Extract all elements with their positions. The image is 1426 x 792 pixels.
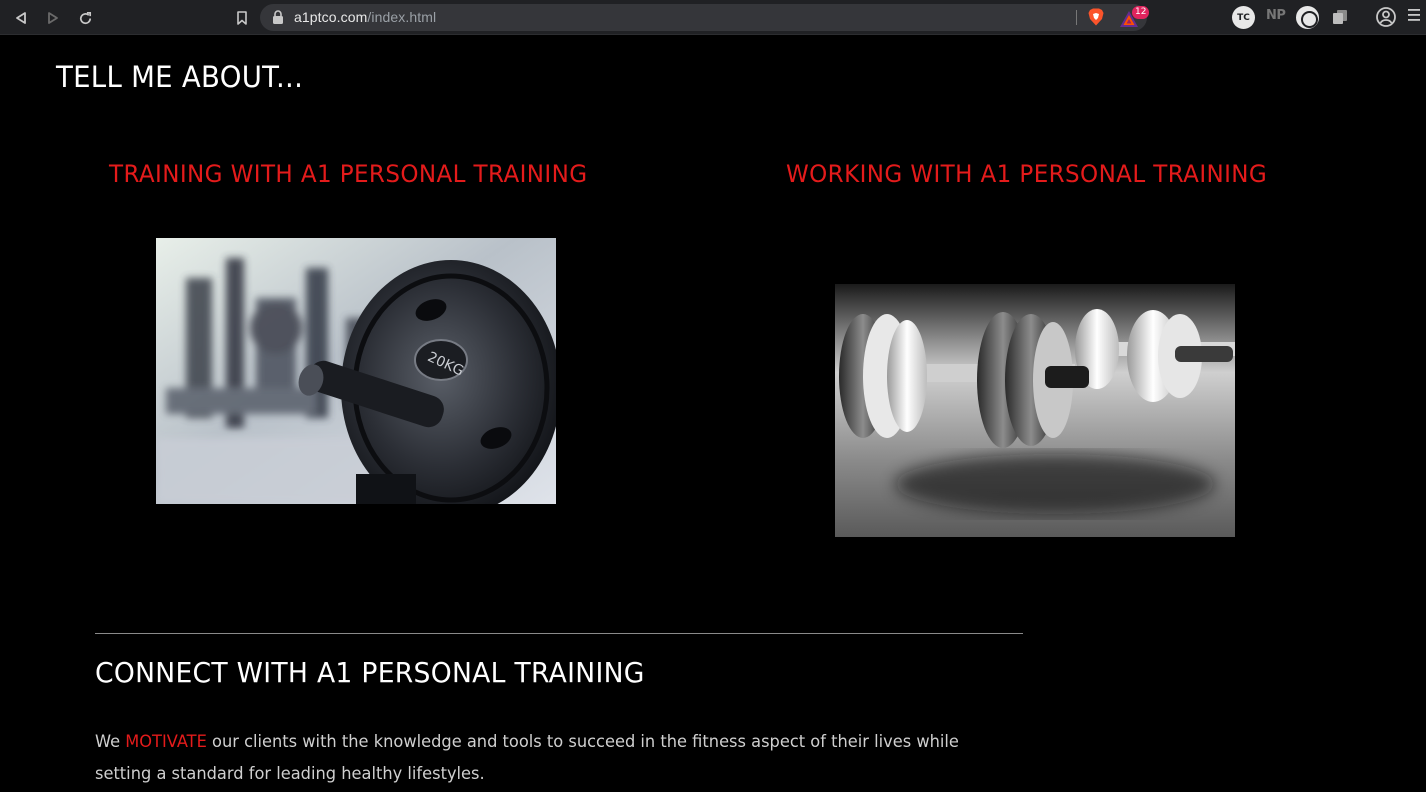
working-link[interactable]: WORKING WITH A1 PERSONAL TRAINING [786,160,1267,188]
forward-icon[interactable] [41,6,65,30]
bookmark-icon[interactable] [230,6,254,30]
url-text[interactable]: a1ptco.com/index.html [294,9,436,25]
connect-heading: CONNECT WITH A1 PERSONAL TRAINING [95,656,645,689]
menu-icon[interactable] [1408,7,1422,27]
back-icon[interactable] [9,6,33,30]
browser-toolbar: a1ptco.com/index.html 12 TC NP [0,0,1426,35]
training-link[interactable]: TRAINING WITH A1 PERSONAL TRAINING [109,160,587,188]
extension-copy-icon[interactable] [1331,8,1349,26]
brave-shield-icon[interactable] [1086,7,1106,27]
section-divider [95,633,1023,634]
page-heading: TELL ME ABOUT... [56,60,304,94]
extension-tc-icon[interactable]: TC [1232,6,1255,29]
mission-accent: MOTIVATE [125,732,207,752]
extension-tc-label: TC [1237,12,1250,23]
extension-np-icon[interactable]: NP [1266,8,1286,23]
rewards-badge: 12 [1132,6,1150,19]
extension-circle-icon[interactable] [1296,6,1319,29]
url-separator [1076,10,1077,25]
address-bar[interactable]: a1ptco.com/index.html [260,4,1147,31]
mission-text: We MOTIVATE our clients with the knowled… [95,726,993,790]
mission-text-after: our clients with the knowledge and tools… [95,732,959,784]
reload-icon[interactable] [73,6,97,30]
mission-text-before: We [95,732,126,752]
extension-np-label: NP [1266,8,1286,23]
lock-icon [273,10,283,24]
url-host: a1ptco.com [294,9,368,25]
url-path: /index.html [367,9,437,25]
working-photo[interactable] [835,284,1235,537]
profile-icon[interactable] [1375,6,1397,28]
training-photo[interactable]: 20KG [156,238,556,504]
